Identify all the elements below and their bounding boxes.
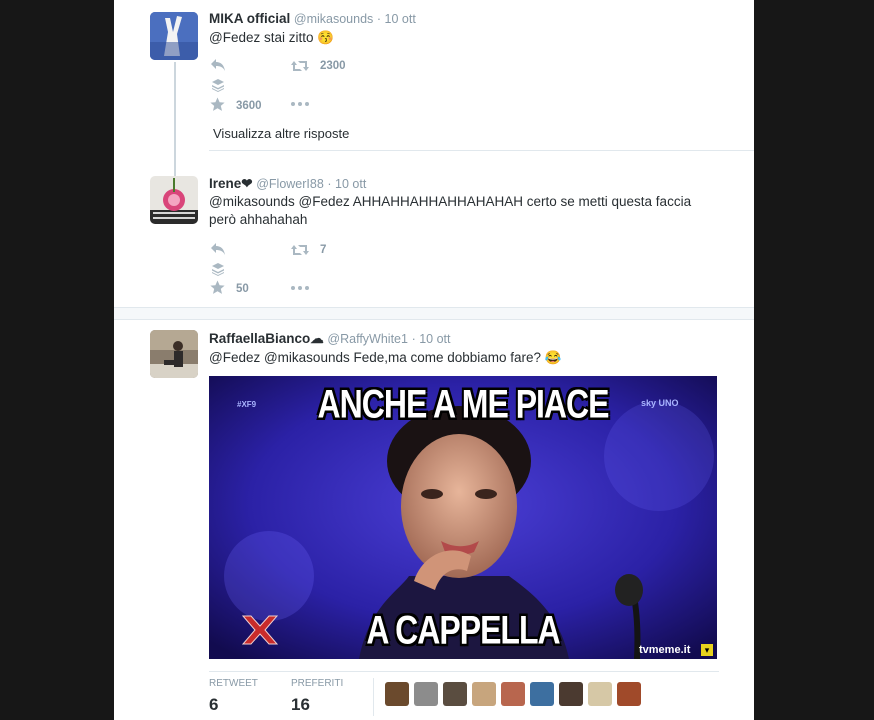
author-name[interactable]: RaffaellaBianco☁ [209,331,324,346]
tweet-stats: RETWEET 6 PREFERITI 16 [209,671,719,720]
x-factor-logo [239,612,281,648]
watermark: tvmeme.it [639,644,691,656]
meme-top-caption: ANCHE A ME PIACE [317,381,610,427]
more-options-icon[interactable] [290,285,310,291]
author-name[interactable]: MIKA official [209,11,290,26]
tweet-timestamp[interactable]: · 10 ott [377,12,416,26]
tweet-timestamp[interactable]: · 10 ott [412,332,451,346]
avatar[interactable] [588,682,612,706]
layers-icon[interactable] [211,262,225,276]
tweet-timestamp[interactable]: · 10 ott [327,177,366,191]
tweet-text: @mikasounds @Fedez AHHAHHAHHAHHAHAHAH ce… [209,194,692,227]
retweet-icon[interactable] [290,243,310,257]
tweet-irene[interactable]: Irene❤ @FlowerI88 · 10 ott @mikasounds @… [114,150,754,307]
tweet-mika[interactable]: MIKA official @mikasounds · 10 ott @Fede… [114,0,754,150]
avatar[interactable] [472,682,496,706]
avatar[interactable] [501,682,525,706]
favorite-count[interactable]: 3600 [236,100,262,112]
avatar[interactable] [150,12,198,60]
reply-icon[interactable] [210,58,226,72]
star-icon[interactable] [210,280,225,295]
star-icon[interactable] [210,97,225,112]
retweet-count[interactable]: 2300 [320,60,346,72]
conversation-separator [114,307,754,320]
avatar[interactable] [617,682,641,706]
avatar[interactable] [150,330,198,378]
reply-icon[interactable] [210,242,226,256]
layers-icon[interactable] [211,78,225,92]
more-options-icon[interactable] [290,101,310,107]
author-name[interactable]: Irene❤ [209,176,253,191]
favorite-count[interactable]: 50 [236,283,249,295]
watermark-badge-icon: ▾ [701,644,713,656]
show-more-replies-link[interactable]: Visualizza altre risposte [213,126,349,141]
retweet-stat-label: RETWEET [209,678,258,689]
author-handle[interactable]: @mikasounds [294,12,373,26]
attached-meme-image[interactable]: #XF9 sky UNO ANCHE A ME PIACE A CAPPELLA… [209,376,717,659]
retweet-stat-value: 6 [209,695,219,714]
author-handle[interactable]: @FlowerI88 [256,177,324,191]
tweet-text: @Fedez stai zitto 😚 [209,30,335,45]
avatar[interactable] [530,682,554,706]
favorites-stat-label: PREFERITI [291,678,344,689]
tweet-text: @Fedez @mikasounds Fede,ma come dobbiamo… [209,350,562,365]
avatar[interactable] [443,682,467,706]
retweet-count[interactable]: 7 [320,244,326,256]
avatar[interactable] [414,682,438,706]
author-handle[interactable]: @RaffyWhite1 [327,332,408,346]
favorites-stat[interactable]: PREFERITI 16 [291,678,343,715]
avatar[interactable] [559,682,583,706]
retweet-stat[interactable]: RETWEET 6 [209,678,258,715]
favorites-stat-value: 16 [291,695,310,714]
retweet-icon[interactable] [290,59,310,73]
avatar[interactable] [150,176,198,224]
avatar[interactable] [385,682,409,706]
timeline-page: MIKA official @mikasounds · 10 ott @Fede… [114,0,754,720]
divider [373,678,374,716]
